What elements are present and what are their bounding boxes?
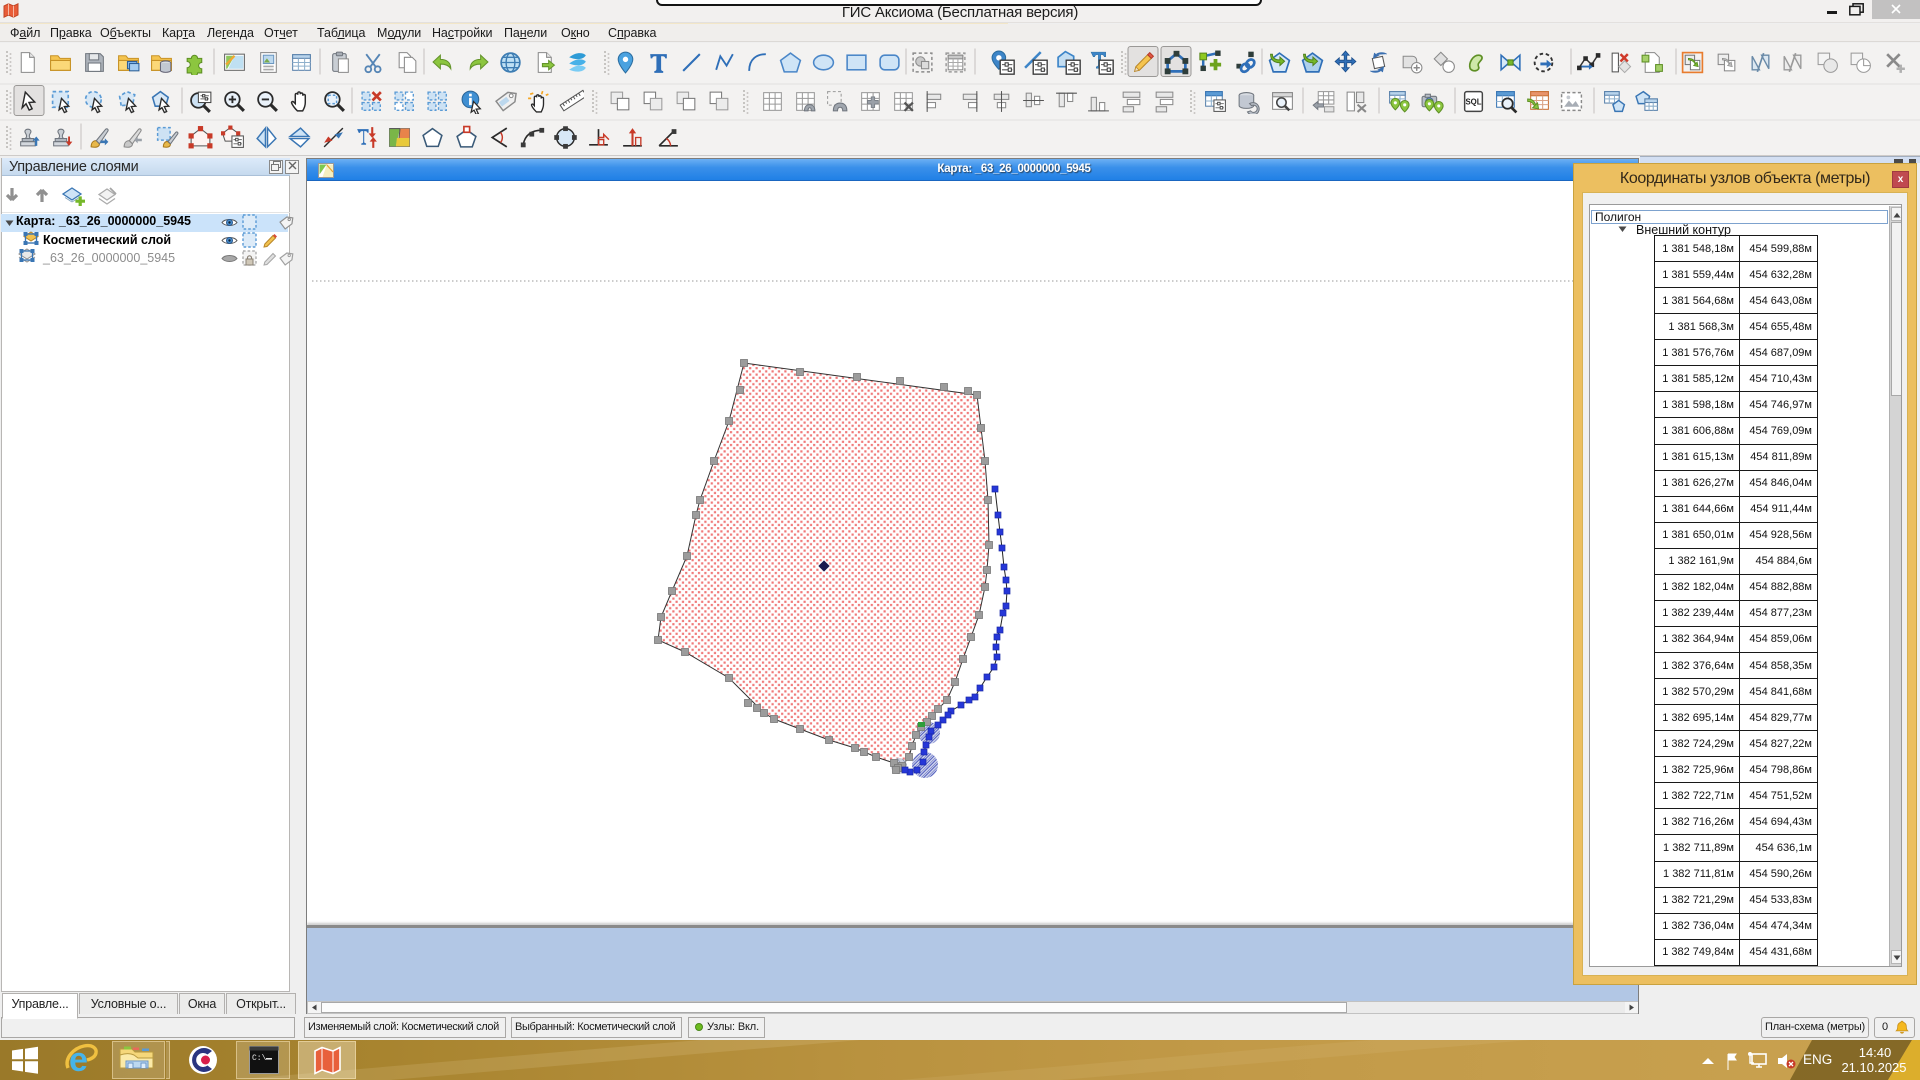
svg-text:C:\: C:\ — [252, 1054, 267, 1063]
